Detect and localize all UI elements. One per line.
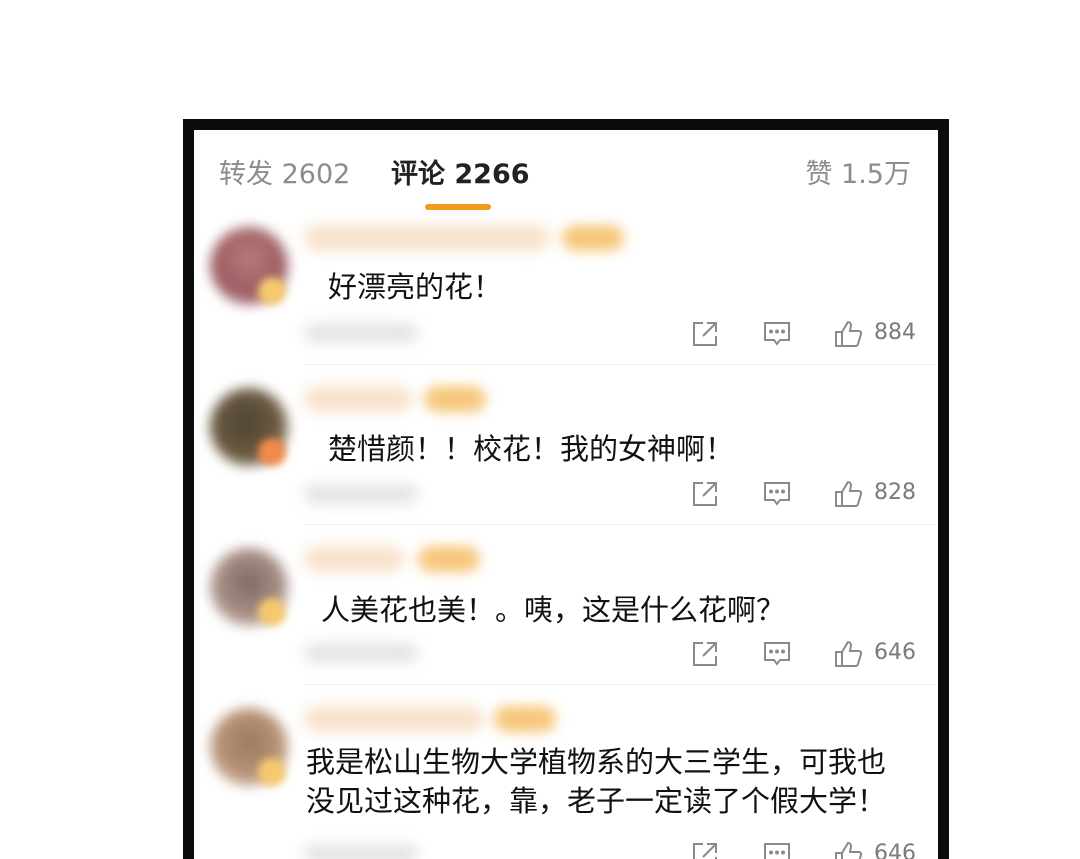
comment-item: 好漂亮的花！ 884 [194,217,938,367]
tab-like[interactable]: 赞 1.5万 [805,157,911,193]
like-count: 646 [874,640,916,665]
user-level-badge [424,386,486,412]
comment-icon[interactable] [762,840,792,859]
user-level-badge [418,546,480,572]
vip-badge-icon [258,277,286,305]
comment-text: 楚惜颜！！校花！我的女神啊！ [328,432,735,466]
thumbs-up-icon[interactable] [833,840,865,859]
vip-badge-icon [258,758,286,786]
comments-panel: 转发 2602 评论 2266 赞 1.5万 好漂亮的花！ 884 楚惜颜！！校… [183,119,949,859]
comment-item: 我是松山生物大学植物系的大三学生，可我也 没见过这种花，靠，老子一定读了个假大学… [194,698,938,859]
user-name-blurred[interactable] [304,386,412,412]
share-icon[interactable] [690,840,720,859]
user-name-blurred[interactable] [304,225,550,251]
share-icon[interactable] [690,479,720,513]
comment-date-blurred [304,323,418,343]
comment-text: 人美花也美！。咦，这是什么花啊？ [321,593,786,627]
comment-item: 人美花也美！。咦，这是什么花啊？ 646 [194,538,938,688]
thumbs-up-icon[interactable] [833,319,865,353]
comment-date-blurred [304,844,418,859]
comment-text-line-1: 我是松山生物大学植物系的大三学生，可我也 [306,745,887,779]
share-icon[interactable] [690,639,720,673]
thumbs-up-icon[interactable] [833,639,865,673]
like-count: 884 [874,320,916,345]
comment-date-blurred [304,484,418,504]
comment-actions: 646 [674,838,934,859]
user-level-badge [562,225,624,251]
like-count: 828 [874,480,916,505]
comment-icon[interactable] [762,319,792,353]
like-count: 646 [874,841,916,859]
comment-actions: 884 [674,317,934,351]
thumbs-up-icon[interactable] [833,479,865,513]
share-icon[interactable] [690,319,720,353]
divider [304,684,938,685]
tab-comment[interactable]: 评论 2266 [391,157,530,193]
user-name-blurred[interactable] [304,706,484,732]
tab-repost[interactable]: 转发 2602 [219,157,350,193]
active-tab-indicator [425,204,491,210]
comment-actions: 646 [674,637,934,671]
vip-badge-icon [258,438,286,466]
user-name-blurred[interactable] [304,546,404,572]
user-level-badge [494,706,556,732]
divider [304,524,938,525]
comment-icon[interactable] [762,479,792,513]
comment-icon[interactable] [762,639,792,673]
comment-date-blurred [304,643,418,663]
divider [304,364,938,365]
comment-text-line-2: 没见过这种花，靠，老子一定读了个假大学！ [306,784,887,818]
vip-badge-icon [258,598,286,626]
comment-text: 好漂亮的花！ [328,270,503,304]
comment-item: 楚惜颜！！校花！我的女神啊！ 828 [194,378,938,528]
comment-actions: 828 [674,477,934,511]
